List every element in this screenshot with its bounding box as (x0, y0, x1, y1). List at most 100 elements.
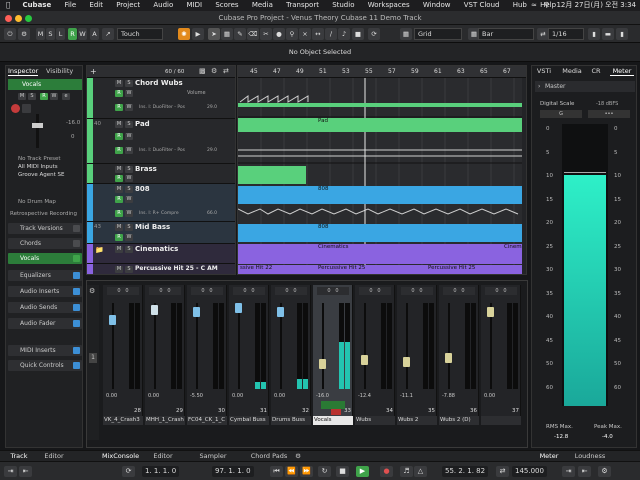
monitor-button[interactable] (22, 104, 31, 113)
channel-volume[interactable]: -5.50 (190, 393, 203, 399)
automation-value[interactable]: 29.0 (207, 105, 217, 110)
fader-track[interactable] (448, 303, 450, 389)
minimize-window-button[interactable] (15, 15, 22, 22)
track-808[interactable]: M S 808 R W R W Ins. I: R+ Compre 66.0 (87, 184, 235, 222)
fader-track[interactable] (238, 303, 240, 389)
layout-left-icon[interactable]: ▮ (588, 28, 600, 40)
edit-button[interactable]: e (62, 93, 70, 100)
write-button[interactable]: W (125, 210, 133, 217)
solo-button[interactable]: S (125, 121, 133, 128)
toggle-s-button[interactable]: S (46, 28, 55, 40)
automation-param[interactable]: Ins. I: DuoFilter - Pos (139, 105, 185, 110)
play-tool-icon[interactable]: ♪ (338, 28, 350, 40)
tab-visibility[interactable]: Visibility (46, 66, 73, 76)
track-preset-field[interactable]: No Track Preset (18, 156, 61, 162)
menu-audio[interactable]: Audio (153, 0, 173, 11)
section-chords[interactable]: Chords (8, 238, 82, 249)
time-display[interactable]: 55. 2. 1. 82 (442, 466, 489, 477)
menu-window[interactable]: Window (423, 0, 451, 11)
channel-strip[interactable]: 0 0 -12.4 34 Wubs (355, 285, 395, 425)
menu-workspaces[interactable]: Workspaces (368, 0, 410, 11)
automation-value[interactable]: 66.0 (207, 211, 217, 216)
track-brass[interactable]: M S Brass R W (87, 164, 235, 184)
automation-param[interactable]: Volume (187, 90, 206, 96)
auto-scroll-button[interactable]: ✺ (178, 28, 190, 40)
automation-param[interactable]: Ins. I: R+ Compre (139, 211, 179, 216)
channel-pan-knob[interactable]: 0 0 (233, 287, 265, 295)
write-button[interactable]: W (125, 234, 133, 241)
suspend-autoscroll-button[interactable]: ▶ (192, 28, 204, 40)
track-cinematics[interactable]: 📁 M S Cinematics (87, 244, 235, 264)
event-808-b[interactable]: 808 (316, 186, 526, 204)
channel-pan-knob[interactable]: 0 0 (317, 287, 349, 295)
channel-strip[interactable]: 0 0 0.00 31 Cymbal Buss (229, 285, 269, 425)
retro-record-field[interactable]: Retrospective Recording (10, 211, 77, 217)
punch-out-icon[interactable]: ⇤ (19, 466, 32, 477)
automation-icon[interactable]: ↗ (102, 28, 114, 40)
write-button[interactable]: W (125, 196, 133, 203)
channel-pan-knob[interactable]: 0 0 (359, 287, 391, 295)
channel-name[interactable]: Wubs (355, 416, 395, 425)
line-tool-icon[interactable]: ∕ (325, 28, 337, 40)
pencil-tool-icon[interactable]: ✎ (234, 28, 246, 40)
read-button[interactable]: R (115, 90, 123, 97)
menu-studio[interactable]: Studio (332, 0, 354, 11)
solo-button[interactable]: S (125, 266, 133, 273)
track-chord-wubs[interactable]: M S Chord Wubs R W Volume R W Ins. I: Du… (87, 78, 235, 119)
punch-out-rec-icon[interactable]: ⇤ (578, 466, 591, 477)
write-button[interactable]: W (125, 175, 133, 182)
section-audio-fader[interactable]: Audio Fader (8, 318, 82, 329)
apple-icon[interactable]:  (6, 0, 10, 11)
fader-handle[interactable] (235, 303, 242, 313)
tab-cr[interactable]: CR (588, 66, 604, 76)
channel-volume[interactable]: -7.88 (442, 393, 455, 399)
volume-fader-track[interactable] (36, 114, 39, 148)
wifi-icon[interactable]: ≈ (531, 1, 537, 9)
mute-button[interactable]: M (115, 166, 123, 173)
event-mid-bass-a[interactable] (238, 224, 316, 242)
channel-volume[interactable]: 0.00 (274, 393, 285, 399)
track-name[interactable]: Brass (135, 165, 157, 173)
channel-strip[interactable]: 0 0 0.00 32 Drums Buss (271, 285, 311, 425)
read-button[interactable]: R (115, 104, 123, 111)
event-chord-wubs[interactable] (238, 103, 526, 107)
solo-button[interactable]: S (125, 246, 133, 253)
menu-file[interactable]: File (64, 0, 76, 11)
volume-value[interactable]: -16.0 (66, 120, 80, 126)
channel-name[interactable] (481, 416, 521, 425)
toggle-a-button[interactable]: A (90, 28, 99, 40)
menu-vst-cloud[interactable]: VST Cloud (464, 0, 500, 11)
fader-handle[interactable] (277, 307, 284, 317)
pan-value[interactable]: 0 (71, 134, 75, 140)
write-button[interactable]: W (125, 147, 133, 154)
channel-strip[interactable]: 0 0 -5.50 30 FC04_CK_1_C (187, 285, 227, 425)
channel-pan-knob[interactable]: 0 0 (191, 287, 223, 295)
fader-handle[interactable] (193, 307, 200, 317)
meter-channel-button[interactable]: G (540, 110, 582, 118)
solo-button[interactable]: S (28, 93, 36, 100)
channel-name[interactable]: VK_4_Crash3 (103, 416, 143, 425)
channel-name[interactable]: MHH_1_Crash (145, 416, 185, 425)
mute-button[interactable]: M (115, 266, 123, 273)
menu-scores[interactable]: Scores (215, 0, 238, 11)
menubar-clock[interactable]: 12月 27日(月) 오전 3:34 (556, 1, 636, 9)
punch-in-rec-icon[interactable]: ⇥ (562, 466, 575, 477)
menu-hub[interactable]: Hub (513, 0, 527, 11)
vertical-scrollbar[interactable] (522, 78, 526, 274)
section-audio-sends[interactable]: Audio Sends (8, 302, 82, 313)
eraser-tool-icon[interactable]: ⌫ (247, 28, 259, 40)
tempo-display[interactable]: 145.000 (512, 466, 547, 477)
channel-strip[interactable]: 0 0 0.00 28 VK_4_Crash3 (103, 285, 143, 425)
menu-app[interactable]: Cubase (22, 0, 51, 11)
section-quick-controls[interactable]: Quick Controls (8, 360, 82, 371)
channel-strip[interactable]: 0 0 -7.88 36 Wubs 2 (D) (439, 285, 479, 425)
read-button[interactable]: R (115, 147, 123, 154)
record-enable-button[interactable] (11, 104, 20, 113)
solo-button[interactable]: S (125, 80, 133, 87)
read-write-buttons[interactable] (321, 401, 345, 409)
grid-snap-icon[interactable]: ▦ (400, 28, 412, 40)
toggle-m-button[interactable]: M (36, 28, 45, 40)
event-pad-b[interactable]: Pad (316, 118, 526, 132)
mixer-settings-icon[interactable]: ⚙ (89, 287, 95, 295)
section-midi-inserts[interactable]: MIDI Inserts (8, 345, 82, 356)
